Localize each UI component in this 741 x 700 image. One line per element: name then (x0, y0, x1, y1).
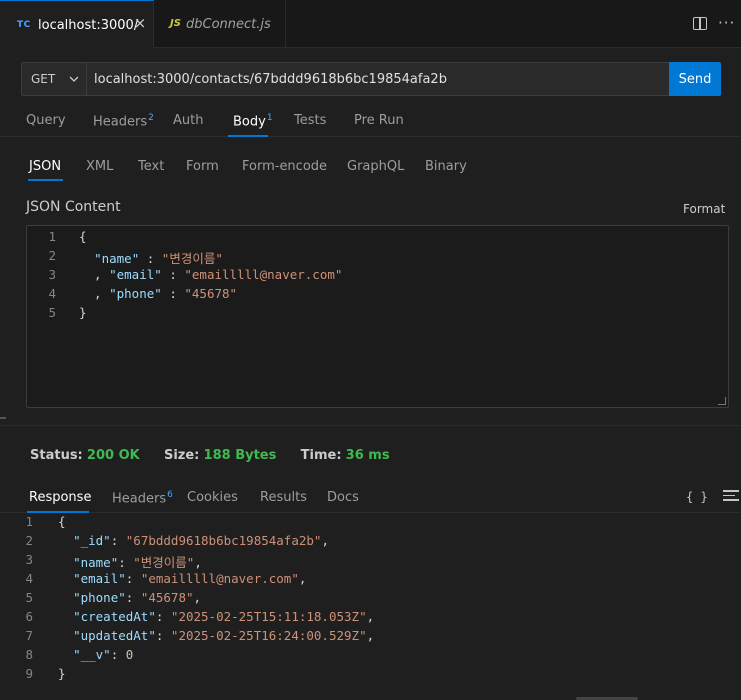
body-tab-text[interactable]: Text (138, 159, 164, 174)
size-value: 188 Bytes (203, 448, 277, 463)
tab-tests[interactable]: Tests (294, 113, 326, 128)
close-icon[interactable]: × (132, 15, 148, 31)
body-tab-form-encode[interactable]: Form-encode (242, 159, 327, 174)
body-tab-graphql[interactable]: GraphQL (347, 159, 404, 174)
time-label: Time: (300, 448, 342, 463)
size-label: Size: (163, 448, 200, 463)
tab-label: dbConnect.js (186, 17, 271, 32)
body-tab-binary[interactable]: Binary (425, 159, 467, 174)
response-line: 6 "createdAt": "2025-02-25T15:11:18.053Z… (25, 609, 375, 624)
response-headers-count-badge: 6 (167, 490, 173, 500)
tab-results[interactable]: Results (260, 490, 307, 505)
more-actions-icon[interactable]: ··· (718, 14, 735, 32)
active-subtab-indicator (28, 179, 63, 181)
url-input[interactable] (88, 63, 668, 95)
tab-response[interactable]: Response (29, 490, 91, 505)
active-response-tab-indicator (27, 511, 89, 513)
tab-dbconnect-js[interactable]: JS dbConnect.js (154, 0, 286, 48)
body-tab-xml[interactable]: XML (86, 159, 113, 174)
menu-icon[interactable] (723, 490, 739, 504)
response-line: 3 "name": "변경이름", (25, 552, 202, 570)
headers-count-badge: 2 (148, 113, 154, 123)
response-line: 7 "updatedAt": "2025-02-25T16:24:00.529Z… (25, 628, 375, 643)
panel-divider[interactable] (0, 425, 741, 426)
method-value: GET (31, 72, 56, 86)
tab-label: localhost:3000/ (38, 18, 139, 33)
tab-headers[interactable]: Headers2 (93, 113, 154, 129)
body-tab-json[interactable]: JSON (29, 159, 61, 174)
split-editor-icon[interactable] (693, 17, 707, 30)
request-tabs: Query Headers2 Auth Body1 Tests Pre Run (0, 104, 741, 137)
body-count-badge: 1 (266, 113, 273, 123)
tab-cookies[interactable]: Cookies (187, 490, 238, 505)
response-line: 8 "__v": 0 (25, 647, 134, 662)
tab-thunder-client-request[interactable]: TC localhost:3000/ × (0, 0, 154, 48)
json-body-editor[interactable]: 1 { 2 "name" : "변경이름" 3 , "email" : "ema… (26, 225, 729, 408)
status-label: Status: (30, 448, 83, 463)
response-tabs: Response Headers6 Cookies Results Docs {… (0, 484, 741, 513)
method-select[interactable]: GET (22, 63, 87, 95)
tab-pre-run[interactable]: Pre Run (354, 113, 404, 128)
editor-line: 2 "name" : "변경이름" (48, 248, 223, 266)
editor-tab-bar: TC localhost:3000/ × JS dbConnect.js ··· (0, 0, 741, 48)
thunder-client-icon: TC (17, 20, 31, 30)
resize-handle[interactable] (718, 397, 726, 405)
status-value: 200 OK (86, 448, 140, 463)
response-line: 1 { (25, 514, 66, 529)
format-button[interactable]: Format (683, 202, 725, 216)
tab-query[interactable]: Query (26, 113, 66, 128)
response-line: 5 "phone": "45678", (25, 590, 202, 605)
response-status-bar: Status: 200 OK Size: 188 Bytes Time: 36 … (30, 448, 390, 463)
editor-line: 4 , "phone" : "45678" (48, 286, 238, 301)
editor-line: 5 } (48, 305, 87, 320)
panel-edge-mark (0, 417, 6, 419)
response-line: 4 "email": "emailllll@naver.com", (25, 571, 307, 586)
braces-icon[interactable]: { } (686, 490, 708, 504)
tab-response-headers[interactable]: Headers6 (112, 490, 173, 506)
response-line: 2 "_id": "67bddd9618b6bc19854afa2b", (25, 533, 329, 548)
request-url-bar: GET Send (21, 62, 721, 96)
chevron-down-icon (69, 76, 79, 82)
tab-body[interactable]: Body1 (233, 113, 273, 129)
editor-line: 1 { (48, 229, 87, 244)
editor-line: 3 , "email" : "emailllll@naver.com" (48, 267, 343, 282)
active-tab-indicator (228, 135, 268, 137)
tab-docs[interactable]: Docs (327, 490, 359, 505)
json-content-label: JSON Content (26, 199, 121, 215)
body-tab-form[interactable]: Form (186, 159, 219, 174)
send-button[interactable]: Send (669, 62, 721, 96)
time-value: 36 ms (345, 448, 390, 463)
tab-auth[interactable]: Auth (173, 113, 203, 128)
response-body-view: 1 { 2 "_id": "67bddd9618b6bc19854afa2b",… (0, 514, 741, 700)
response-line: 9 } (25, 666, 66, 681)
javascript-file-icon: JS (170, 18, 181, 29)
